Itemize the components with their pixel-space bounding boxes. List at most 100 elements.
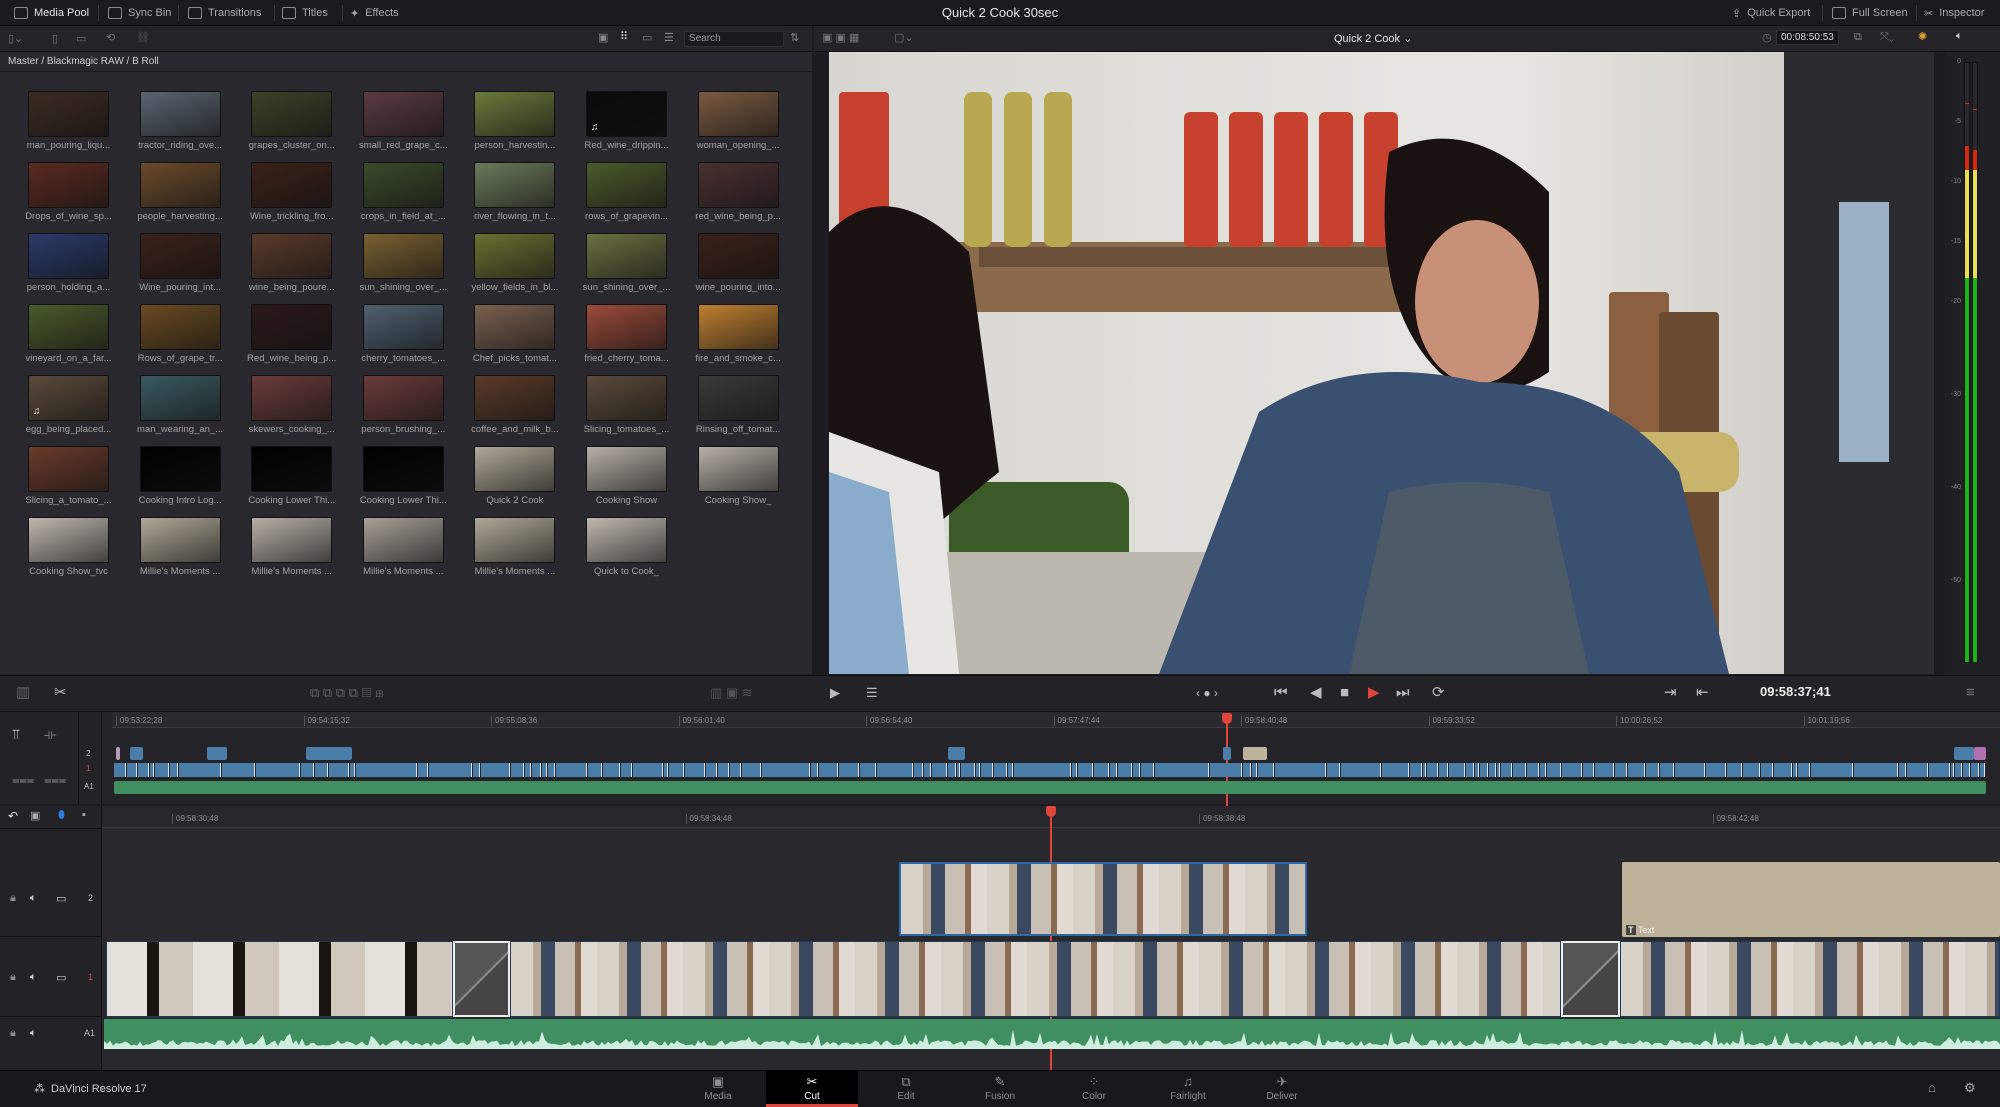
upper-video-clip[interactable] — [555, 763, 588, 777]
upper-video-clip[interactable] — [1209, 763, 1243, 777]
upper-video-clip[interactable] — [1474, 763, 1480, 777]
upper-video-clip[interactable] — [1526, 763, 1540, 777]
upper-video-clip[interactable] — [1480, 763, 1489, 777]
upper-video-clip[interactable] — [356, 763, 417, 777]
upper-video-clip[interactable] — [314, 763, 329, 777]
media-thumbnail[interactable] — [139, 233, 221, 279]
upper-v2-clip[interactable] — [306, 747, 352, 760]
upper-video-clip[interactable] — [137, 763, 149, 777]
monitor-icon[interactable]: ▭ — [56, 892, 66, 905]
upper-video-clip[interactable] — [1898, 763, 1906, 777]
upper-video-clip[interactable] — [547, 763, 555, 777]
upper-video-clip[interactable] — [114, 763, 126, 777]
jog-control-icon[interactable]: ‹ ● › — [1196, 685, 1218, 701]
upper-video-clip[interactable] — [1094, 763, 1110, 777]
upper-video-clip[interactable] — [1427, 763, 1439, 777]
upper-video-clip[interactable] — [1439, 763, 1449, 777]
media-thumbnail[interactable] — [251, 375, 333, 421]
lower-playhead-handle[interactable] — [1046, 806, 1056, 817]
upper-video-clip[interactable] — [1155, 763, 1209, 777]
media-thumbnail[interactable] — [251, 304, 333, 350]
upper-video-clip[interactable] — [1546, 763, 1562, 777]
upper-video-clip[interactable] — [1540, 763, 1546, 777]
upper-video-clip[interactable] — [1793, 763, 1798, 777]
upper-video-clip[interactable] — [300, 763, 314, 777]
media-thumbnail[interactable] — [251, 162, 333, 208]
upper-video-clip[interactable] — [668, 763, 685, 777]
upper-video-clip[interactable] — [1929, 763, 1950, 777]
upper-video-clip[interactable] — [924, 763, 931, 777]
upper-video-clip[interactable] — [1773, 763, 1793, 777]
upper-v2-clip[interactable] — [1243, 747, 1267, 760]
page-tab-color[interactable]: ⁘ Color — [1048, 1070, 1140, 1107]
upper-video-clip[interactable] — [1118, 763, 1132, 777]
smart-indicator-icon[interactable]: ▥ — [16, 685, 30, 701]
upper-video-clip[interactable] — [931, 763, 948, 777]
upper-video-clip[interactable] — [742, 763, 761, 777]
mark-in-button[interactable]: ⇥ — [1664, 685, 1677, 701]
upper-video-clip[interactable] — [1243, 763, 1252, 777]
upper-video-clip[interactable] — [480, 763, 511, 777]
upper-video-clip[interactable] — [761, 763, 810, 777]
upper-video-clip[interactable] — [1326, 763, 1340, 777]
media-thumbnail[interactable] — [139, 375, 221, 421]
page-tab-edit[interactable]: ⧉ Edit — [860, 1070, 952, 1107]
speaker-icon[interactable]: 🔈︎ — [30, 971, 37, 984]
import-icon[interactable]: ▪ — [82, 809, 86, 821]
upper-video-clip[interactable] — [876, 763, 914, 777]
media-thumbnail[interactable] — [586, 162, 667, 208]
media-thumbnail[interactable] — [474, 162, 556, 208]
link-icon[interactable]: ⛓ — [136, 31, 150, 44]
speaker-icon[interactable]: 🔈︎ — [1956, 30, 1963, 43]
media-thumbnail[interactable] — [474, 91, 556, 137]
upper-video-clip[interactable] — [957, 763, 961, 777]
settings-gear-icon[interactable]: ⚙ — [1964, 1080, 1976, 1096]
upper-video-clip[interactable] — [429, 763, 473, 777]
upper-video-clip[interactable] — [685, 763, 706, 777]
transform-icon[interactable]: ⧉ — [1854, 31, 1862, 44]
media-thumbnail[interactable] — [586, 233, 667, 279]
skip-to-start-button[interactable]: ⏮︎ — [1274, 685, 1288, 701]
transitions-tab[interactable]: Transitions — [188, 0, 261, 26]
media-thumbnail[interactable] — [586, 304, 667, 350]
upper-ruler[interactable]: 09:53:22;28 09:54:15;32 09:55:08;36 09:56:0… — [112, 712, 2000, 728]
upper-video-clip[interactable] — [1422, 763, 1427, 777]
media-thumbnail[interactable] — [28, 91, 109, 137]
upper-video-clip[interactable] — [588, 763, 603, 777]
upper-video-clip[interactable] — [1970, 763, 1980, 777]
v1-video-clip[interactable] — [106, 941, 453, 1017]
upper-video-clip[interactable] — [603, 763, 620, 777]
upper-video-clip[interactable] — [620, 763, 632, 777]
media-thumbnail[interactable] — [697, 304, 779, 350]
page-tab-media[interactable]: ▣ Media — [672, 1070, 764, 1107]
upper-video-clip[interactable] — [525, 763, 531, 777]
media-thumbnail[interactable] — [139, 162, 221, 208]
quick-export-button[interactable]: ⇪ Quick Export — [1732, 0, 1810, 26]
lock-icon[interactable]: 🔒︎ — [10, 1027, 16, 1040]
lock-icon[interactable]: 🔒︎ — [10, 971, 16, 984]
safe-area-icon[interactable]: ▣ ▣ ▦ — [822, 31, 859, 44]
media-thumbnail[interactable] — [474, 517, 556, 563]
media-thumbnail[interactable] — [474, 304, 556, 350]
video-track-icon[interactable]: ⩶ — [12, 772, 34, 788]
upper-v2-clip[interactable] — [1223, 747, 1231, 760]
upper-video-clip[interactable] — [169, 763, 178, 777]
upper-video-clip[interactable] — [838, 763, 859, 777]
media-thumbnail[interactable] — [586, 446, 667, 492]
upper-video-clip[interactable] — [1257, 763, 1275, 777]
strip-view-icon[interactable]: ▣ — [598, 31, 608, 44]
playback-mode-icon[interactable]: ▶︎ — [830, 685, 840, 701]
media-thumbnail[interactable] — [139, 446, 221, 492]
media-thumbnail[interactable] — [28, 446, 109, 492]
media-thumbnail[interactable] — [251, 233, 333, 279]
audio-scrub-icon[interactable]: ▣ — [30, 809, 40, 822]
lock-icon[interactable]: 🔒︎ — [10, 892, 16, 905]
upper-video-clip[interactable] — [1810, 763, 1854, 777]
media-thumbnail[interactable] — [697, 233, 779, 279]
upper-video-clip[interactable] — [256, 763, 300, 777]
upper-video-clip[interactable] — [1513, 763, 1526, 777]
v1-video-clip[interactable] — [1620, 941, 2000, 1017]
upper-video-clip[interactable] — [1410, 763, 1422, 777]
media-thumbnail[interactable] — [251, 517, 333, 563]
marker-icon[interactable]: ⬮ — [58, 809, 65, 822]
